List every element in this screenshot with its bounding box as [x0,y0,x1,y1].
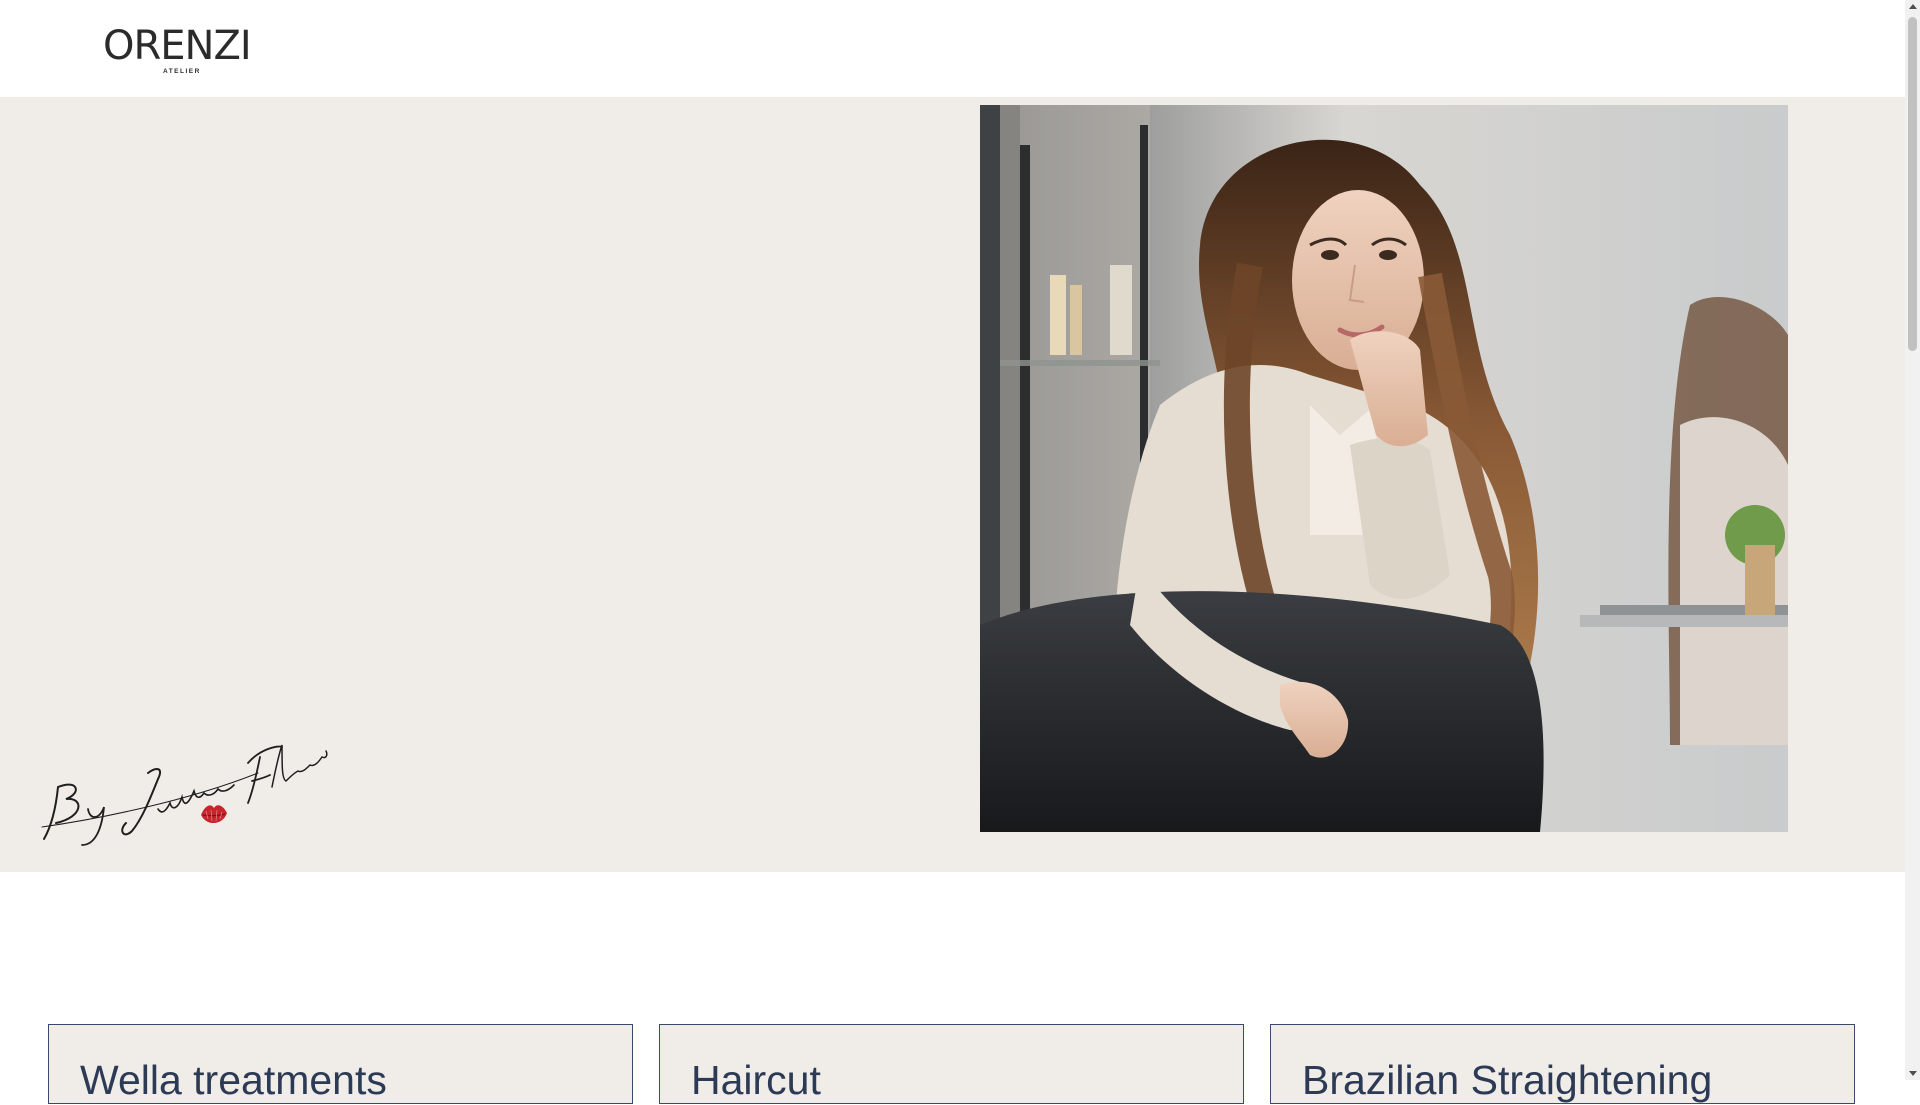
site-header: ORENZI ATELIER [0,0,1905,97]
arrow-down-icon[interactable] [1909,1071,1917,1076]
lips-icon [201,805,227,824]
orenzi-logo[interactable]: ORENZI ATELIER [103,24,255,78]
service-title: Haircut [691,1057,821,1103]
arrow-up-icon[interactable] [1909,4,1917,9]
signature-graphic [41,744,328,846]
service-title: Brazilian Straightening [1302,1057,1713,1103]
service-card-wella[interactable]: Wella treatments [48,1024,633,1104]
hero-portrait-photo [980,105,1788,832]
portrait-image [980,105,1788,832]
service-card-haircut[interactable]: Haircut [659,1024,1244,1104]
service-title: Wella treatments [80,1057,387,1103]
service-card-brazilian-straightening[interactable]: Brazilian Straightening [1270,1024,1855,1104]
logo-wordmark: ORENZI [103,23,252,69]
logo-subtext: ATELIER [163,68,201,75]
scrollbar-thumb[interactable] [1908,17,1917,351]
